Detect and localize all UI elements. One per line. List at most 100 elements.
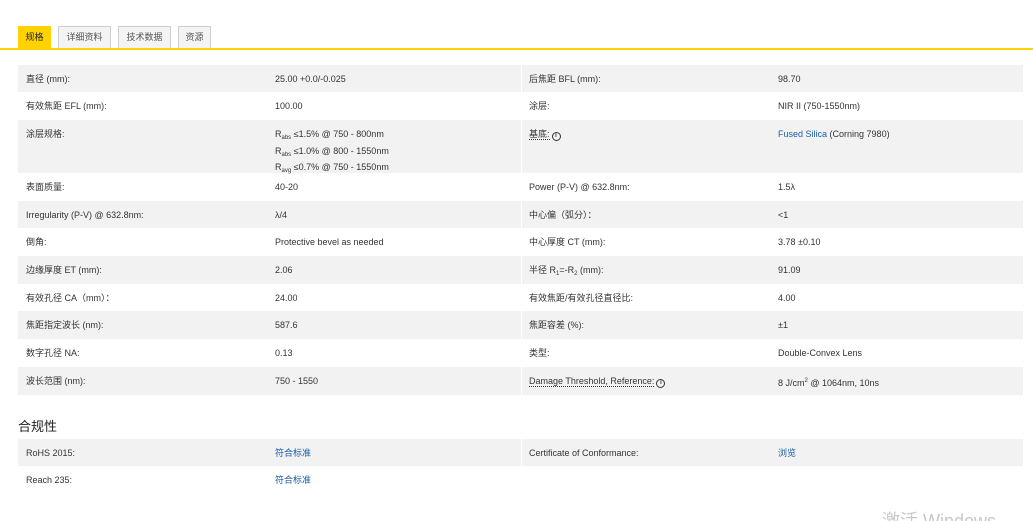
- spec-value-irregularity: λ/4: [275, 210, 288, 220]
- damage-value-pre: 8 J/cm: [778, 378, 805, 388]
- column-divider: [521, 367, 522, 395]
- radius-label-post: (mm):: [577, 265, 604, 275]
- rohs-link[interactable]: 符合标准: [275, 448, 311, 458]
- substrate-tooltip-label[interactable]: 基底:: [529, 129, 550, 140]
- tab-bar: 规格 详细资料 技术数据 资源: [0, 0, 1033, 50]
- coating-spec-text: ≤1.0% @ 800 - 1550nm: [291, 145, 389, 156]
- info-icon[interactable]: i: [656, 379, 666, 388]
- spec-value-f-number: 4.00: [778, 293, 796, 303]
- spec-value-surface-quality: 40-20: [275, 182, 299, 192]
- r-subscript: abs: [281, 151, 292, 158]
- column-divider: [521, 120, 522, 173]
- spec-label-irregularity: Irregularity (P-V) @ 632.8nm:: [26, 210, 144, 220]
- spec-value-ca: 24.00: [275, 293, 298, 303]
- column-divider: [521, 439, 522, 466]
- spec-label-f-number: 有效焦距/有效孔径直径比:: [529, 293, 634, 303]
- spec-value-efl: 100.00: [275, 101, 303, 111]
- table-row: 焦距指定波长 (nm): 587.6 焦距容差 (%): ±1: [18, 311, 1023, 339]
- spec-label-surface-quality: 表面质量:: [26, 182, 65, 192]
- tab-underline: [0, 48, 1033, 50]
- tab-specs[interactable]: 规格: [18, 26, 51, 48]
- spec-label-damage-threshold: Damage Threshold, Reference: i: [521, 367, 770, 395]
- coating-spec-line: Rabs ≤1.0% @ 800 - 1550nm: [275, 145, 521, 162]
- compliance-table: RoHS 2015: 符合标准 Certificate of Conforman…: [18, 439, 1023, 493]
- spec-label-efl: 有效焦距 EFL (mm):: [26, 101, 107, 111]
- spec-value-substrate: Fused Silica (Corning 7980): [770, 120, 1023, 173]
- spec-label-type: 类型:: [529, 348, 550, 358]
- compliance-title: 合规性: [18, 419, 58, 434]
- tab-tech-data[interactable]: 技术数据: [118, 26, 171, 48]
- tab-details[interactable]: 详细资料: [58, 26, 111, 48]
- spec-value-damage-threshold: 8 J/cm2 @ 1064nm, 10ns: [770, 367, 1023, 395]
- spec-value-na: 0.13: [275, 348, 293, 358]
- damage-tooltip-label[interactable]: Damage Threshold, Reference:: [529, 376, 655, 387]
- table-row: 倒角: Protective bevel as needed 中心厚度 CT (…: [18, 228, 1023, 256]
- coating-spec-text: ≤1.5% @ 750 - 800nm: [291, 129, 384, 139]
- spec-label-substrate: 基底: i: [521, 120, 770, 173]
- spec-label-ca: 有效孔径 CA（mm）：: [26, 293, 115, 303]
- spec-label-centering: 中心偏（弧分）：: [529, 210, 597, 220]
- coating-spec-text: ≤0.7% @ 750 - 1550nm: [291, 162, 389, 172]
- table-row: 波长范围 (nm): 750 - 1550 Damage Threshold, …: [18, 367, 1023, 395]
- spec-label-et: 边缘厚度 ET (mm):: [26, 265, 102, 275]
- column-divider: [521, 65, 522, 92]
- table-row: 直径 (mm): 25.00 +0.0/-0.025 后焦距 BFL (mm):…: [18, 65, 1023, 92]
- radius-label-mid: =-R: [559, 265, 575, 275]
- spec-value-coating: NIR II (750-1550nm): [778, 101, 861, 111]
- spec-label-coating: 涂层:: [529, 101, 550, 111]
- column-divider: [521, 201, 522, 228]
- spec-value-bevel: Protective bevel as needed: [275, 237, 384, 247]
- info-icon[interactable]: i: [551, 132, 561, 141]
- spec-value-ct: 3.78 ±0.10: [778, 237, 821, 247]
- spec-value-wavelength-range: 750 - 1550: [275, 376, 319, 386]
- substrate-extra: (Corning 7980): [827, 129, 890, 139]
- compliance-value-reach: 符合标准: [267, 466, 521, 493]
- compliance-label-rohs: RoHS 2015:: [26, 448, 76, 458]
- radius-label-pre: 半径 R: [529, 265, 557, 275]
- table-row: 表面质量: 40-20 Power (P-V) @ 632.8nm: 1.5λ: [18, 173, 1023, 201]
- spec-label-wavelength-range: 波长范围 (nm):: [26, 376, 86, 386]
- coc-browse-link[interactable]: 浏览: [778, 448, 796, 458]
- table-row: Irregularity (P-V) @ 632.8nm: λ/4 中心偏（弧分…: [18, 201, 1023, 228]
- column-divider: [521, 256, 522, 284]
- column-divider: [521, 311, 522, 339]
- spec-value-et: 2.06: [275, 265, 293, 275]
- spec-value-diameter: 25.00 +0.0/-0.025: [275, 74, 346, 84]
- spec-value-focal-tolerance: ±1: [778, 320, 788, 330]
- spec-value-centering: <1: [778, 210, 789, 220]
- spec-value-type: Double-Convex Lens: [778, 348, 863, 358]
- table-row: 有效孔径 CA（mm）： 24.00 有效焦距/有效孔径直径比: 4.00: [18, 284, 1023, 311]
- windows-activation-watermark: 激活 Windows: [882, 511, 997, 521]
- spec-label-bevel: 倒角:: [26, 237, 47, 247]
- table-row: Reach 235: 符合标准: [18, 466, 1023, 493]
- spec-value-radius: 91.09: [778, 265, 801, 275]
- compliance-label-reach: Reach 235:: [26, 475, 73, 485]
- damage-value-post: @ 1064nm, 10ns: [807, 378, 880, 388]
- table-row: 数字孔径 NA: 0.13 类型: Double-Convex Lens: [18, 339, 1023, 367]
- spec-value-bfl: 98.70: [778, 74, 801, 84]
- table-row: 有效焦距 EFL (mm): 100.00 涂层: NIR II (750-15…: [18, 92, 1023, 120]
- spec-value-power: 1.5λ: [778, 182, 796, 192]
- spec-label-bfl: 后焦距 BFL (mm):: [529, 74, 601, 84]
- spec-label-power: Power (P-V) @ 632.8nm:: [529, 182, 630, 192]
- coating-spec-line: Rabs ≤1.5% @ 750 - 800nm: [275, 128, 521, 145]
- table-row: 涂层规格: Rabs ≤1.5% @ 750 - 800nm Rabs ≤1.0…: [18, 120, 1023, 174]
- table-row: 边缘厚度 ET (mm): 2.06 半径 R1=-R2 (mm): 91.09: [18, 256, 1023, 284]
- spec-label-ct: 中心厚度 CT (mm):: [529, 237, 606, 247]
- spec-label-na: 数字孔径 NA:: [26, 348, 80, 358]
- spec-label-radius: 半径 R1=-R2 (mm):: [521, 256, 770, 284]
- reach-link[interactable]: 符合标准: [275, 475, 311, 485]
- tab-resources[interactable]: 资源: [178, 26, 211, 48]
- spec-label-design-wavelength: 焦距指定波长 (nm):: [26, 320, 104, 330]
- compliance-label-coc: Certificate of Conformance:: [529, 448, 639, 458]
- r-subscript: abs: [281, 135, 292, 141]
- fused-silica-link[interactable]: Fused Silica: [778, 129, 827, 139]
- specs-table: 直径 (mm): 25.00 +0.0/-0.025 后焦距 BFL (mm):…: [18, 65, 1023, 395]
- table-row: RoHS 2015: 符合标准 Certificate of Conforman…: [18, 439, 1023, 466]
- spec-label-diameter: 直径 (mm):: [26, 74, 70, 84]
- spec-value-coating-spec: Rabs ≤1.5% @ 750 - 800nm Rabs ≤1.0% @ 80…: [267, 120, 521, 174]
- compliance-value-coc: 浏览: [770, 439, 1023, 466]
- spec-label-focal-tolerance: 焦距容差 (%):: [529, 320, 584, 330]
- spec-label-coating-spec: 涂层规格:: [26, 129, 65, 139]
- compliance-value-rohs: 符合标准: [267, 439, 521, 466]
